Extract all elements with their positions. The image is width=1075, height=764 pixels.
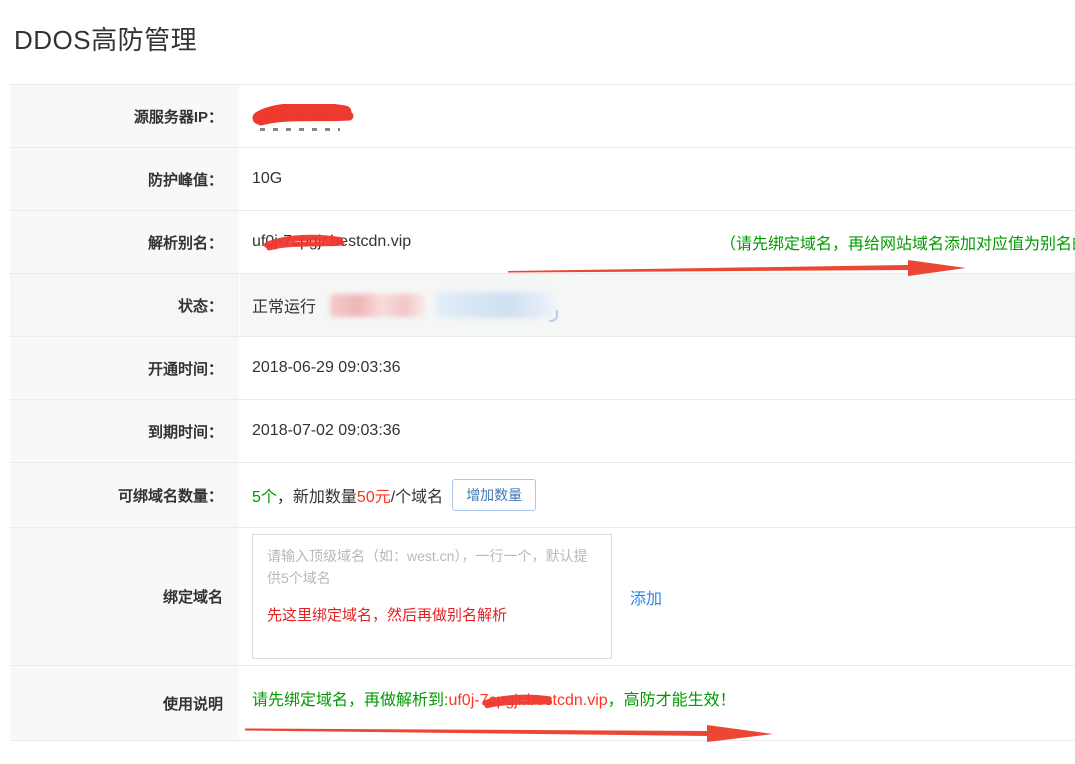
red-arrow-annotation [508, 259, 970, 277]
domain-quota-value: 5个，新加数量 50元/个域名 增加数量 [240, 463, 1075, 527]
open-time-label: 开通时间： [10, 337, 240, 399]
row-source-ip: 源服务器IP： [10, 85, 1075, 148]
bind-domain-textarea[interactable]: 请输入顶级域名（如：west.cn），一行一个，默认提供5个域名 先这里绑定域名… [252, 534, 612, 659]
redacted-text-fragments [260, 128, 340, 131]
bind-domain-value: 请输入顶级域名（如：west.cn），一行一个，默认提供5个域名 先这里绑定域名… [240, 528, 1075, 665]
usage-domain: uf0j-7cpgjr.bestcdn.vip [448, 692, 607, 710]
alias-domain-text: uf0j-7cpgjr.bestcdn.vip [252, 233, 411, 250]
quota-mid-text: ，新加数量 [277, 483, 357, 507]
row-open-time: 开通时间： 2018-06-29 09:03:36 [10, 337, 1075, 400]
status-value: 正常运行 [240, 274, 1075, 336]
alias-label: 解析别名： [10, 211, 240, 273]
usage-prefix-text: 请先绑定域名，再做解析到: [252, 692, 448, 709]
status-label: 状态： [10, 274, 240, 336]
ddos-info-table: 源服务器IP： 防护峰值： 10G 解析别名： uf0j-7cpgjr.best… [10, 84, 1075, 741]
cursor-artifact [549, 310, 558, 322]
quota-price: 50元 [357, 483, 391, 507]
page-title: DDOS高防管理 [14, 20, 1075, 57]
expire-time-value: 2018-07-02 09:03:36 [240, 400, 1075, 462]
alias-domain: uf0j-7cpgjr.bestcdn.vip [252, 233, 411, 251]
row-usage-notes: 使用说明 请先绑定域名，再做解析到:uf0j-7cpgjr.bestcdn.vi… [10, 666, 1075, 741]
bind-domain-red-annotation: 先这里绑定域名，然后再做别名解析 [267, 604, 597, 625]
row-expire-time: 到期时间： 2018-07-02 09:03:36 [10, 400, 1075, 463]
row-domain-quota: 可绑域名数量： 5个，新加数量 50元/个域名 增加数量 [10, 463, 1075, 528]
source-ip-label: 源服务器IP： [10, 85, 240, 147]
protection-peak-text: 10G [252, 170, 282, 188]
usage-suffix-text: ，高防才能生效！ [608, 692, 736, 709]
source-ip-redaction [252, 104, 356, 129]
domain-quota-label: 可绑域名数量： [10, 463, 240, 527]
alias-cname-note: （请先绑定域名，再给网站域名添加对应值为别名的Cname记录） [720, 230, 1075, 254]
redaction-scribble-icon [252, 104, 356, 129]
row-alias: 解析别名： uf0j-7cpgjr.bestcdn.vip （请先绑定域名，再给… [10, 211, 1075, 274]
usage-domain-text: uf0j-7cpgjr.bestcdn.vip [448, 692, 607, 709]
row-status: 状态： 正常运行 [10, 274, 1075, 337]
red-arrow-annotation [245, 722, 777, 742]
protection-peak-value: 10G [240, 148, 1075, 210]
status-redacted-item-2[interactable] [436, 292, 556, 318]
status-redacted-item-1[interactable] [330, 294, 425, 317]
quota-count: 5个 [252, 483, 277, 507]
bind-domain-label: 绑定域名 [10, 528, 240, 665]
status-text: 正常运行 [252, 293, 316, 317]
expire-time-label: 到期时间： [10, 400, 240, 462]
bind-domain-placeholder: 请输入顶级域名（如：west.cn），一行一个，默认提供5个域名 [267, 545, 597, 589]
usage-notes-label: 使用说明 [10, 666, 240, 740]
row-bind-domain: 绑定域名 请输入顶级域名（如：west.cn），一行一个，默认提供5个域名 先这… [10, 528, 1075, 666]
open-time-text: 2018-06-29 09:03:36 [252, 359, 401, 377]
protection-peak-label: 防护峰值： [10, 148, 240, 210]
increase-quantity-button[interactable]: 增加数量 [452, 479, 536, 511]
row-protection-peak: 防护峰值： 10G [10, 148, 1075, 211]
quota-suffix-text: /个域名 [391, 483, 443, 507]
expire-time-text: 2018-07-02 09:03:36 [252, 422, 401, 440]
add-domain-link[interactable]: 添加 [630, 585, 662, 609]
open-time-value: 2018-06-29 09:03:36 [240, 337, 1075, 399]
source-ip-value [240, 85, 1075, 147]
